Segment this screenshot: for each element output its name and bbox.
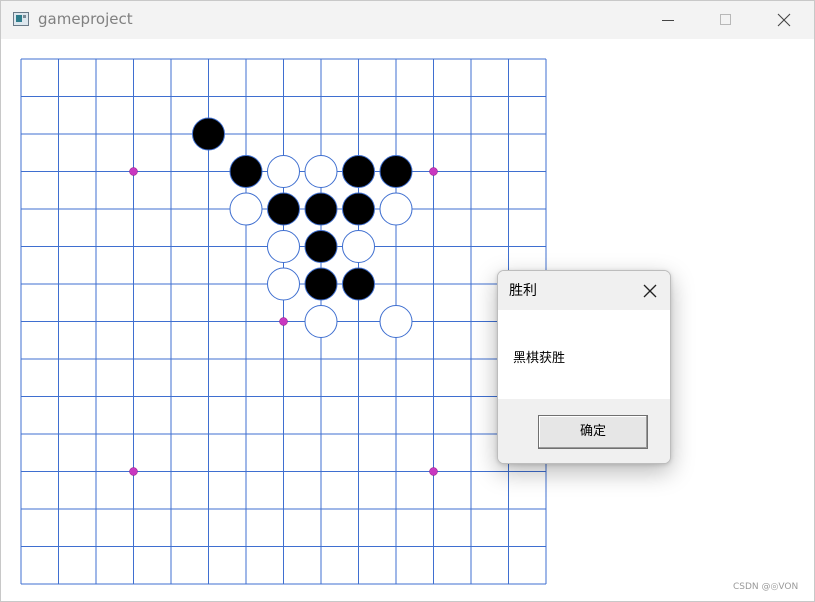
minimize-icon <box>662 20 674 21</box>
white-stone <box>379 192 413 226</box>
maximize-button[interactable] <box>697 1 755 39</box>
star-point <box>129 167 138 176</box>
black-stone <box>342 155 375 188</box>
minimize-button[interactable] <box>639 1 697 39</box>
dialog-title: 胜利 <box>509 283 537 299</box>
title-bar[interactable]: gameproject <box>1 1 814 39</box>
black-stone <box>192 117 225 151</box>
white-stone <box>229 192 263 226</box>
black-stone <box>342 267 375 301</box>
window-title: gameproject <box>38 10 133 28</box>
black-stone <box>229 155 263 188</box>
ok-button[interactable]: 确定 <box>538 415 648 449</box>
white-stone <box>342 230 375 263</box>
dialog-close-button[interactable] <box>636 277 664 305</box>
app-window-icon <box>13 12 29 26</box>
close-button[interactable] <box>755 1 813 39</box>
watermark: CSDN @◎VON <box>733 582 799 592</box>
close-icon <box>777 13 791 27</box>
black-stone <box>267 192 300 226</box>
victory-dialog: 胜利 黑棋获胜 确定 <box>497 270 671 464</box>
white-stone <box>304 155 338 188</box>
dialog-message: 黑棋获胜 <box>513 351 566 366</box>
white-stone <box>267 267 300 301</box>
dialog-footer: 确定 <box>498 399 670 463</box>
star-point <box>129 467 138 476</box>
star-point <box>429 467 438 476</box>
board-canvas[interactable] <box>1 39 814 601</box>
gomoku-board[interactable] <box>1 39 814 601</box>
close-icon <box>643 284 657 298</box>
dialog-title-bar[interactable]: 胜利 <box>498 271 670 310</box>
white-stone <box>304 305 338 338</box>
black-stone <box>304 267 338 301</box>
black-stone <box>304 192 338 226</box>
white-stone <box>267 155 300 188</box>
white-stone <box>267 230 300 263</box>
black-stone <box>304 230 338 263</box>
star-point <box>279 317 288 326</box>
star-point <box>429 167 438 176</box>
black-stone <box>342 192 375 226</box>
black-stone <box>379 155 413 188</box>
maximize-icon <box>720 14 731 25</box>
game-window: gameproject <box>0 0 815 602</box>
white-stone <box>379 305 413 338</box>
